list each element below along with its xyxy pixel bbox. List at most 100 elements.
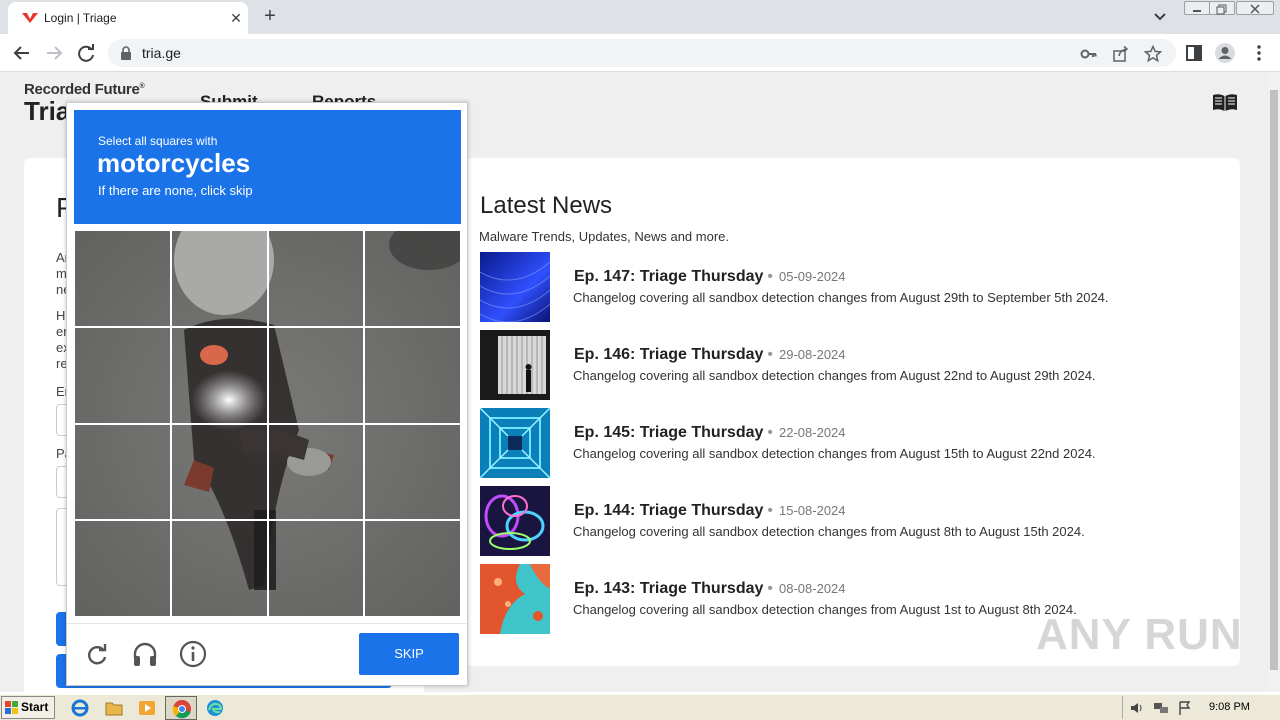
captcha-hint: If there are none, click skip (98, 183, 253, 198)
network-icon[interactable] (1153, 700, 1169, 716)
restore-window-button[interactable] (1209, 1, 1235, 15)
page-scrollbar[interactable] (1268, 72, 1280, 692)
scrollbar-thumb[interactable] (1270, 90, 1278, 670)
tab-close-icon[interactable]: ✕ (226, 8, 246, 28)
news-item-title[interactable]: Ep. 145: Triage Thursday (574, 424, 763, 441)
volume-icon[interactable] (1129, 700, 1145, 716)
forward-arrow-icon[interactable] (41, 40, 67, 66)
browser-tab-triage[interactable]: Login | Triage ✕ (8, 2, 248, 34)
captcha-tile[interactable] (267, 230, 365, 327)
url-text[interactable]: tria.ge (142, 45, 181, 61)
captcha-tile[interactable] (364, 423, 461, 521)
news-item-description: Changelog covering all sandbox detection… (573, 368, 1096, 383)
start-button[interactable]: Start (1, 696, 55, 719)
news-headline[interactable]: Ep. 144: Triage Thursday • 15-08-2024 (574, 502, 846, 520)
news-item-title[interactable]: Ep. 146: Triage Thursday (574, 346, 763, 363)
captcha-tile[interactable] (170, 520, 268, 617)
new-tab-button[interactable]: + (258, 4, 282, 28)
bookmark-star-icon[interactable] (1144, 45, 1162, 63)
browser-tab-strip: Login | Triage ✕ + (0, 0, 1280, 34)
chrome-taskbar-button[interactable] (165, 696, 197, 720)
news-item[interactable]: Ep. 146: Triage Thursday • 29-08-2024 Chan… (480, 330, 1220, 400)
news-item[interactable]: Ep. 145: Triage Thursday • 22-08-2024 Chan… (480, 408, 1220, 478)
news-headline[interactable]: Ep. 145: Triage Thursday • 22-08-2024 (574, 424, 846, 442)
news-thumbnail-image (480, 330, 550, 400)
captcha-tile[interactable] (170, 230, 268, 327)
address-bar[interactable]: tria.ge (108, 39, 1176, 67)
captcha-instruction: Select all squares with (98, 134, 218, 148)
tab-search-chevron-icon[interactable] (1150, 8, 1170, 26)
action-center-flag-icon[interactable] (1177, 700, 1193, 716)
reload-icon[interactable] (73, 40, 99, 66)
brand-triage-logo[interactable]: Tria (24, 96, 70, 127)
news-item-description: Changelog covering all sandbox detection… (573, 446, 1096, 461)
news-item-description: Changelog covering all sandbox detection… (573, 602, 1077, 617)
anyrun-watermark: ANY RUN (1036, 610, 1243, 659)
key-icon[interactable] (1080, 45, 1098, 63)
news-headline[interactable]: Ep. 147: Triage Thursday • 05-09-2024 (574, 268, 846, 286)
browser-toolbar: tria.ge (0, 34, 1280, 72)
file-explorer-icon[interactable] (104, 698, 124, 718)
captcha-tile[interactable] (170, 423, 268, 521)
news-thumbnail-image (480, 486, 550, 556)
audio-challenge-headphones-icon[interactable] (131, 640, 159, 668)
news-thumbnail-image (480, 564, 550, 634)
profile-avatar-icon[interactable] (1214, 42, 1236, 64)
refresh-icon[interactable] (83, 640, 111, 668)
triage-favicon-icon (22, 13, 38, 23)
captcha-tile[interactable] (364, 520, 461, 617)
captcha-tile[interactable] (74, 326, 171, 424)
captcha-challenge-dialog: Select all squares with motorcycles If t… (66, 102, 468, 686)
chrome-icon (172, 700, 191, 719)
news-separator: • (767, 346, 774, 363)
news-title: Latest News (480, 192, 613, 219)
news-separator: • (767, 268, 774, 285)
side-panel-icon[interactable] (1183, 42, 1205, 64)
news-item[interactable]: Ep. 147: Triage Thursday • 05-09-2024 Chan… (480, 252, 1220, 322)
close-window-button[interactable] (1236, 1, 1274, 15)
taskbar-clock[interactable]: 9:08 PM (1209, 701, 1250, 713)
captcha-tile[interactable] (74, 230, 171, 327)
start-label: Start (21, 700, 49, 714)
info-icon[interactable] (179, 640, 207, 668)
news-item-description: Changelog covering all sandbox detection… (573, 524, 1085, 539)
news-item-date: 29-08-2024 (779, 347, 846, 362)
captcha-tile[interactable] (364, 326, 461, 424)
back-arrow-icon[interactable] (9, 40, 35, 66)
news-item-description: Changelog covering all sandbox detection… (573, 290, 1109, 305)
news-separator: • (767, 580, 774, 597)
browser-menu-icon[interactable] (1248, 42, 1270, 64)
news-item-date: 08-08-2024 (779, 581, 846, 596)
captcha-target-word: motorcycles (97, 148, 251, 178)
captcha-tile[interactable] (267, 326, 365, 424)
news-item[interactable]: Ep. 144: Triage Thursday • 15-08-2024 Chan… (480, 486, 1220, 556)
news-headline[interactable]: Ep. 146: Triage Thursday • 29-08-2024 (574, 346, 846, 364)
captcha-tile[interactable] (170, 326, 268, 424)
news-item-title[interactable]: Ep. 147: Triage Thursday (574, 268, 763, 285)
news-item-title[interactable]: Ep. 143: Triage Thursday (574, 580, 763, 597)
captcha-tile[interactable] (267, 423, 365, 521)
captcha-tile[interactable] (364, 230, 461, 327)
news-headline[interactable]: Ep. 143: Triage Thursday • 08-08-2024 (574, 580, 846, 598)
captcha-tile[interactable] (74, 520, 171, 617)
news-item-date: 22-08-2024 (779, 425, 846, 440)
news-separator: • (767, 502, 774, 519)
news-item-title[interactable]: Ep. 144: Triage Thursday (574, 502, 763, 519)
share-icon[interactable] (1112, 45, 1130, 63)
skip-button[interactable]: SKIP (359, 633, 459, 675)
windows-taskbar: Start 9:08 PM (0, 694, 1280, 720)
captcha-tile[interactable] (74, 423, 171, 521)
documentation-book-icon[interactable] (1212, 92, 1238, 112)
news-item-date: 15-08-2024 (779, 503, 846, 518)
captcha-tile[interactable] (267, 520, 365, 617)
minimize-window-button[interactable] (1184, 1, 1210, 15)
internet-explorer-icon[interactable] (70, 698, 90, 718)
edge-icon[interactable] (205, 698, 225, 718)
system-tray: 9:08 PM (1122, 696, 1278, 719)
news-thumbnail-image (480, 252, 550, 322)
news-separator: • (767, 424, 774, 441)
brand-registered-mark: ® (139, 83, 145, 90)
captcha-image-grid (74, 230, 461, 617)
media-player-icon[interactable] (137, 698, 157, 718)
captcha-footer: SKIP (67, 623, 467, 685)
